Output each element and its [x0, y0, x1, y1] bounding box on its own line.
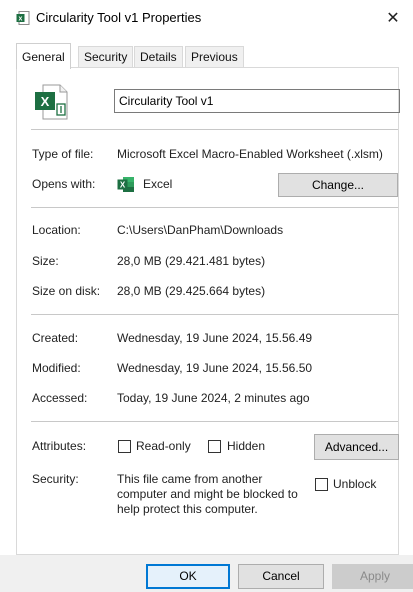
excel-file-icon: x: [16, 11, 30, 25]
divider: [31, 129, 398, 130]
hidden-label[interactable]: Hidden: [227, 439, 265, 453]
location-value: C:\Users\DanPham\Downloads: [117, 223, 284, 237]
readonly-label[interactable]: Read-only: [136, 439, 191, 453]
apply-button[interactable]: Apply: [332, 564, 413, 589]
location-label: Location:: [32, 223, 81, 237]
security-label: Security:: [32, 472, 79, 486]
unblock-checkbox[interactable]: [315, 478, 328, 491]
type-of-file-value: Microsoft Excel Macro-Enabled Worksheet …: [117, 147, 383, 161]
tab-previous-versions[interactable]: Previous Versions: [185, 46, 244, 85]
svg-text:X: X: [120, 181, 126, 190]
tab-details[interactable]: Details: [134, 46, 183, 67]
ok-button[interactable]: OK: [146, 564, 230, 589]
tab-security[interactable]: Security: [78, 46, 134, 67]
opens-with-label: Opens with:: [32, 177, 96, 191]
size-on-disk-label: Size on disk:: [32, 284, 101, 298]
modified-label: Modified:: [32, 361, 81, 375]
tab-general[interactable]: General: [16, 43, 71, 69]
accessed-label: Accessed:: [32, 391, 88, 405]
created-label: Created:: [32, 331, 79, 345]
attributes-label: Attributes:: [32, 439, 87, 453]
title-bar: x Circularity Tool v1 Properties ✕: [0, 0, 413, 36]
close-button[interactable]: ✕: [373, 0, 413, 36]
hidden-checkbox[interactable]: [208, 440, 221, 453]
excel-app-icon: X: [117, 177, 134, 192]
svg-text:X: X: [41, 94, 50, 109]
cancel-button[interactable]: Cancel: [238, 564, 324, 589]
size-on-disk-value: 28,0 MB (29.425.664 bytes): [117, 284, 266, 298]
svg-text:x: x: [19, 16, 23, 23]
advanced-button[interactable]: Advanced...: [314, 434, 399, 460]
change-button[interactable]: Change...: [278, 173, 398, 197]
window-title: Circularity Tool v1 Properties: [36, 10, 202, 25]
divider: [31, 421, 398, 422]
excel-xlsm-file-icon: X: [35, 84, 68, 120]
security-message: This file came from another computer and…: [117, 472, 298, 516]
size-value: 28,0 MB (29.421.481 bytes): [117, 254, 266, 268]
opens-with-value: Excel: [143, 177, 173, 191]
size-label: Size:: [32, 254, 59, 268]
type-of-file-label: Type of file:: [32, 147, 94, 161]
readonly-checkbox[interactable]: [118, 440, 131, 453]
created-value: Wednesday, 19 June 2024, 15.56.49: [117, 331, 313, 345]
accessed-value: Today, 19 June 2024, 2 minutes ago: [117, 391, 310, 405]
divider: [31, 207, 398, 208]
close-icon: ✕: [386, 10, 400, 27]
divider: [31, 314, 398, 315]
unblock-label[interactable]: Unblock: [333, 477, 376, 491]
modified-value: Wednesday, 19 June 2024, 15.56.50: [117, 361, 313, 375]
file-name-field[interactable]: Circularity Tool v1: [114, 89, 400, 113]
